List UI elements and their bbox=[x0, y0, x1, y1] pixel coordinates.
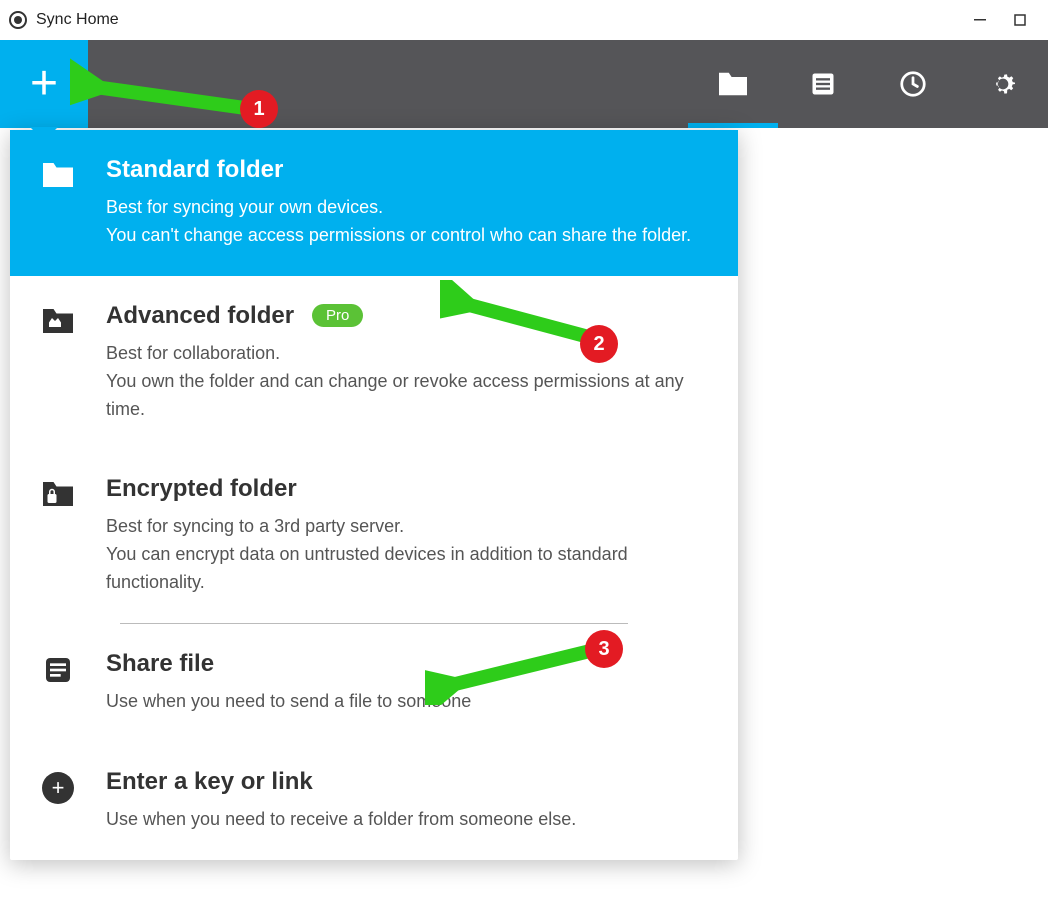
menu-item-title: Share file bbox=[106, 650, 706, 678]
main-toolbar: + bbox=[0, 40, 1048, 128]
window-title: Sync Home bbox=[36, 11, 119, 29]
menu-item-share-file[interactable]: Share file Use when you need to send a f… bbox=[10, 624, 738, 742]
menu-item-title: Enter a key or link bbox=[106, 768, 706, 796]
add-dropdown-menu: Standard folder Best for syncing your ow… bbox=[10, 130, 738, 860]
menu-item-advanced-folder[interactable]: Advanced folder Pro Best for collaborati… bbox=[10, 276, 738, 450]
window-title-bar: Sync Home bbox=[0, 0, 1048, 40]
nav-folders[interactable] bbox=[688, 40, 778, 128]
nav-tabs bbox=[688, 40, 1048, 128]
folder-icon bbox=[38, 156, 78, 250]
folder-icon bbox=[716, 70, 750, 98]
lock-folder-icon bbox=[38, 475, 78, 597]
menu-item-description: Use when you need to receive a folder fr… bbox=[106, 806, 706, 834]
clock-icon bbox=[898, 69, 928, 99]
menu-item-description: Best for syncing to a 3rd party server.Y… bbox=[106, 513, 706, 597]
app-icon bbox=[8, 10, 28, 30]
pro-badge: Pro bbox=[312, 304, 363, 327]
window-minimize-button[interactable] bbox=[960, 4, 1000, 36]
add-button[interactable]: + bbox=[0, 40, 88, 128]
crown-folder-icon bbox=[38, 302, 78, 424]
gear-icon bbox=[987, 68, 1019, 100]
nav-history[interactable] bbox=[868, 40, 958, 128]
menu-item-title: Standard folder bbox=[106, 156, 706, 184]
window-maximize-button[interactable] bbox=[1000, 4, 1040, 36]
nav-transfers[interactable] bbox=[778, 40, 868, 128]
menu-item-encrypted-folder[interactable]: Encrypted folder Best for syncing to a 3… bbox=[10, 449, 738, 623]
menu-item-description: Best for collaboration.You own the folde… bbox=[106, 340, 706, 424]
menu-item-description: Best for syncing your own devices.You ca… bbox=[106, 194, 706, 250]
plus-circle-icon: + bbox=[38, 768, 78, 834]
menu-item-enter-key[interactable]: + Enter a key or link Use when you need … bbox=[10, 742, 738, 860]
menu-item-description: Use when you need to send a file to some… bbox=[106, 688, 706, 716]
plus-icon: + bbox=[30, 60, 58, 108]
menu-item-standard-folder[interactable]: Standard folder Best for syncing your ow… bbox=[10, 130, 738, 276]
menu-item-title: Advanced folder bbox=[106, 302, 294, 330]
list-icon bbox=[809, 70, 837, 98]
nav-settings[interactable] bbox=[958, 40, 1048, 128]
menu-item-title: Encrypted folder bbox=[106, 475, 706, 503]
file-icon bbox=[38, 650, 78, 716]
